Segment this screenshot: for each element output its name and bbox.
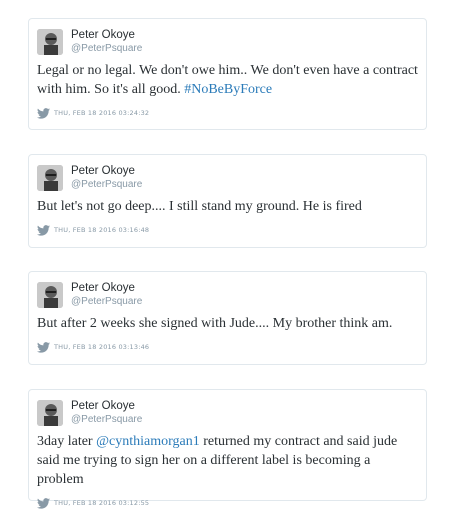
avatar[interactable]: [37, 400, 63, 426]
author-handle[interactable]: @PeterPsquare: [71, 295, 142, 308]
tweet-text-segment: 3day later: [37, 434, 97, 449]
avatar[interactable]: [37, 165, 63, 191]
tweet-header: Peter Okoye @PeterPsquare: [37, 29, 418, 59]
tweet-card: Peter Okoye @PeterPsquare But let's not …: [28, 154, 427, 248]
tweet-feed: Peter Okoye @PeterPsquare Legal or no le…: [0, 0, 451, 511]
twitter-bird-icon[interactable]: [37, 225, 50, 236]
tweet-timestamp[interactable]: THU, FEB 18 2016 03:13:46: [54, 343, 149, 351]
tweet-text: Legal or no legal. We don't owe him.. We…: [37, 61, 418, 99]
avatar[interactable]: [37, 282, 63, 308]
tweet-meta: THU, FEB 18 2016 03:12:55: [37, 496, 418, 511]
author-handle[interactable]: @PeterPsquare: [71, 42, 142, 55]
twitter-bird-icon[interactable]: [37, 342, 50, 353]
author-handle[interactable]: @PeterPsquare: [71, 413, 142, 426]
author-name[interactable]: Peter Okoye: [71, 399, 142, 413]
tweet-meta: THU, FEB 18 2016 03:16:48: [37, 223, 418, 241]
author-name[interactable]: Peter Okoye: [71, 164, 142, 178]
mention-link[interactable]: @cynthiamorgan1: [96, 434, 200, 449]
tweet-card: Peter Okoye @PeterPsquare Legal or no le…: [28, 18, 427, 130]
tweet-timestamp[interactable]: THU, FEB 18 2016 03:12:55: [54, 499, 149, 507]
tweet-header: Peter Okoye @PeterPsquare: [37, 400, 418, 430]
tweet-header: Peter Okoye @PeterPsquare: [37, 165, 418, 195]
tweet-text: 3day later @cynthiamorgan1 returned my c…: [37, 432, 418, 489]
avatar[interactable]: [37, 29, 63, 55]
tweet-card: Peter Okoye @PeterPsquare But after 2 we…: [28, 271, 427, 365]
tweet-meta: THU, FEB 18 2016 03:24:32: [37, 106, 418, 124]
hashtag-link[interactable]: #NoBeByForce: [184, 82, 272, 97]
author-handle[interactable]: @PeterPsquare: [71, 178, 142, 191]
tweet-timestamp[interactable]: THU, FEB 18 2016 03:24:32: [54, 109, 149, 117]
twitter-bird-icon[interactable]: [37, 498, 50, 509]
twitter-bird-icon[interactable]: [37, 108, 50, 119]
tweet-text: But let's not go deep.... I still stand …: [37, 199, 362, 214]
author-name[interactable]: Peter Okoye: [71, 281, 142, 295]
author-name[interactable]: Peter Okoye: [71, 28, 142, 42]
tweet-card: Peter Okoye @PeterPsquare 3day later @cy…: [28, 389, 427, 509]
tweet-meta: THU, FEB 18 2016 03:13:46: [37, 340, 418, 358]
tweet-timestamp[interactable]: THU, FEB 18 2016 03:16:48: [54, 226, 149, 234]
tweet-header: Peter Okoye @PeterPsquare: [37, 282, 418, 312]
tweet-text: But after 2 weeks she signed with Jude..…: [37, 316, 393, 331]
